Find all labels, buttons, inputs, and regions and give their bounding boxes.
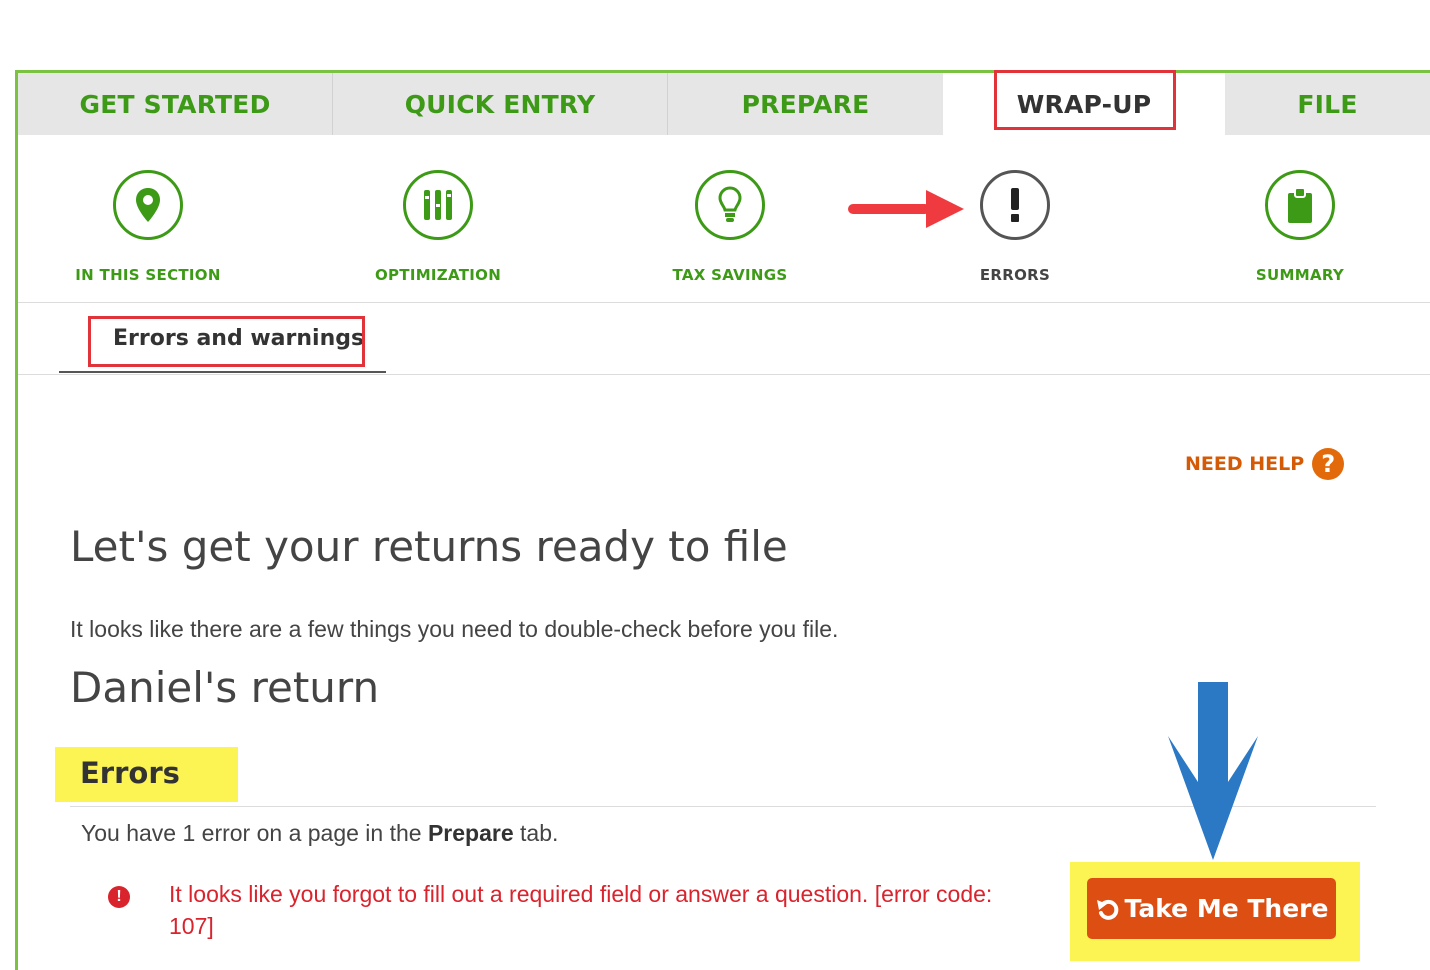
tab-quick-entry[interactable]: QUICK ENTRY [333,73,668,135]
section-nav-label: OPTIMIZATION [374,266,502,284]
tab-get-started[interactable]: GET STARTED [18,73,333,135]
tab-prepare[interactable]: PREPARE [668,73,943,135]
subtab-underline [59,371,386,373]
subtab-highlight [88,316,365,367]
blue-arrow-annotation [1168,682,1258,860]
section-nav-label: IN THIS SECTION [75,266,221,284]
take-me-there-label: Take Me There [1124,894,1329,923]
section-nav-label: ERRORS [979,266,1051,284]
main-tabs: GET STARTED QUICK ENTRY PREPARE WRAP-UP … [18,73,1430,135]
lightbulb-icon [695,170,765,240]
clipboard-icon [1265,170,1335,240]
section-nav-optimization[interactable]: OPTIMIZATION [328,170,548,284]
error-message: It looks like you forgot to fill out a r… [169,881,993,939]
intro-text: It looks like there are a few things you… [70,616,839,642]
error-count-text: You have 1 error on a page in the Prepar… [81,820,559,846]
section-nav-summary[interactable]: SUMMARY [1190,170,1410,284]
errors-heading: Errors [80,756,180,790]
return-title: Daniel's return [70,663,380,712]
location-pin-icon [113,170,183,240]
need-help-label: NEED HELP [1185,453,1305,475]
divider [18,302,1430,303]
question-icon: ? [1312,448,1345,480]
exclamation-icon [980,170,1050,240]
error-alert-icon: ! [108,886,130,908]
section-nav-in-this-section[interactable]: IN THIS SECTION [38,170,258,284]
sliders-icon [403,170,473,240]
section-nav-tax-savings[interactable]: TAX SAVINGS [620,170,840,284]
section-nav-label: SUMMARY [1255,266,1345,284]
take-me-there-button[interactable]: Take Me There [1087,878,1336,939]
divider [18,374,1430,375]
need-help-link[interactable]: NEED HELP ? [1185,448,1345,480]
section-nav-label: TAX SAVINGS [672,266,788,284]
wrap-up-highlight [994,70,1176,130]
tab-file[interactable]: FILE [1225,73,1430,135]
prepare-tab-ref: Prepare [427,820,514,846]
undo-arrow-icon [1096,899,1118,920]
page-title: Let's get your returns ready to file [70,522,788,571]
red-arrow-annotation [848,190,964,228]
